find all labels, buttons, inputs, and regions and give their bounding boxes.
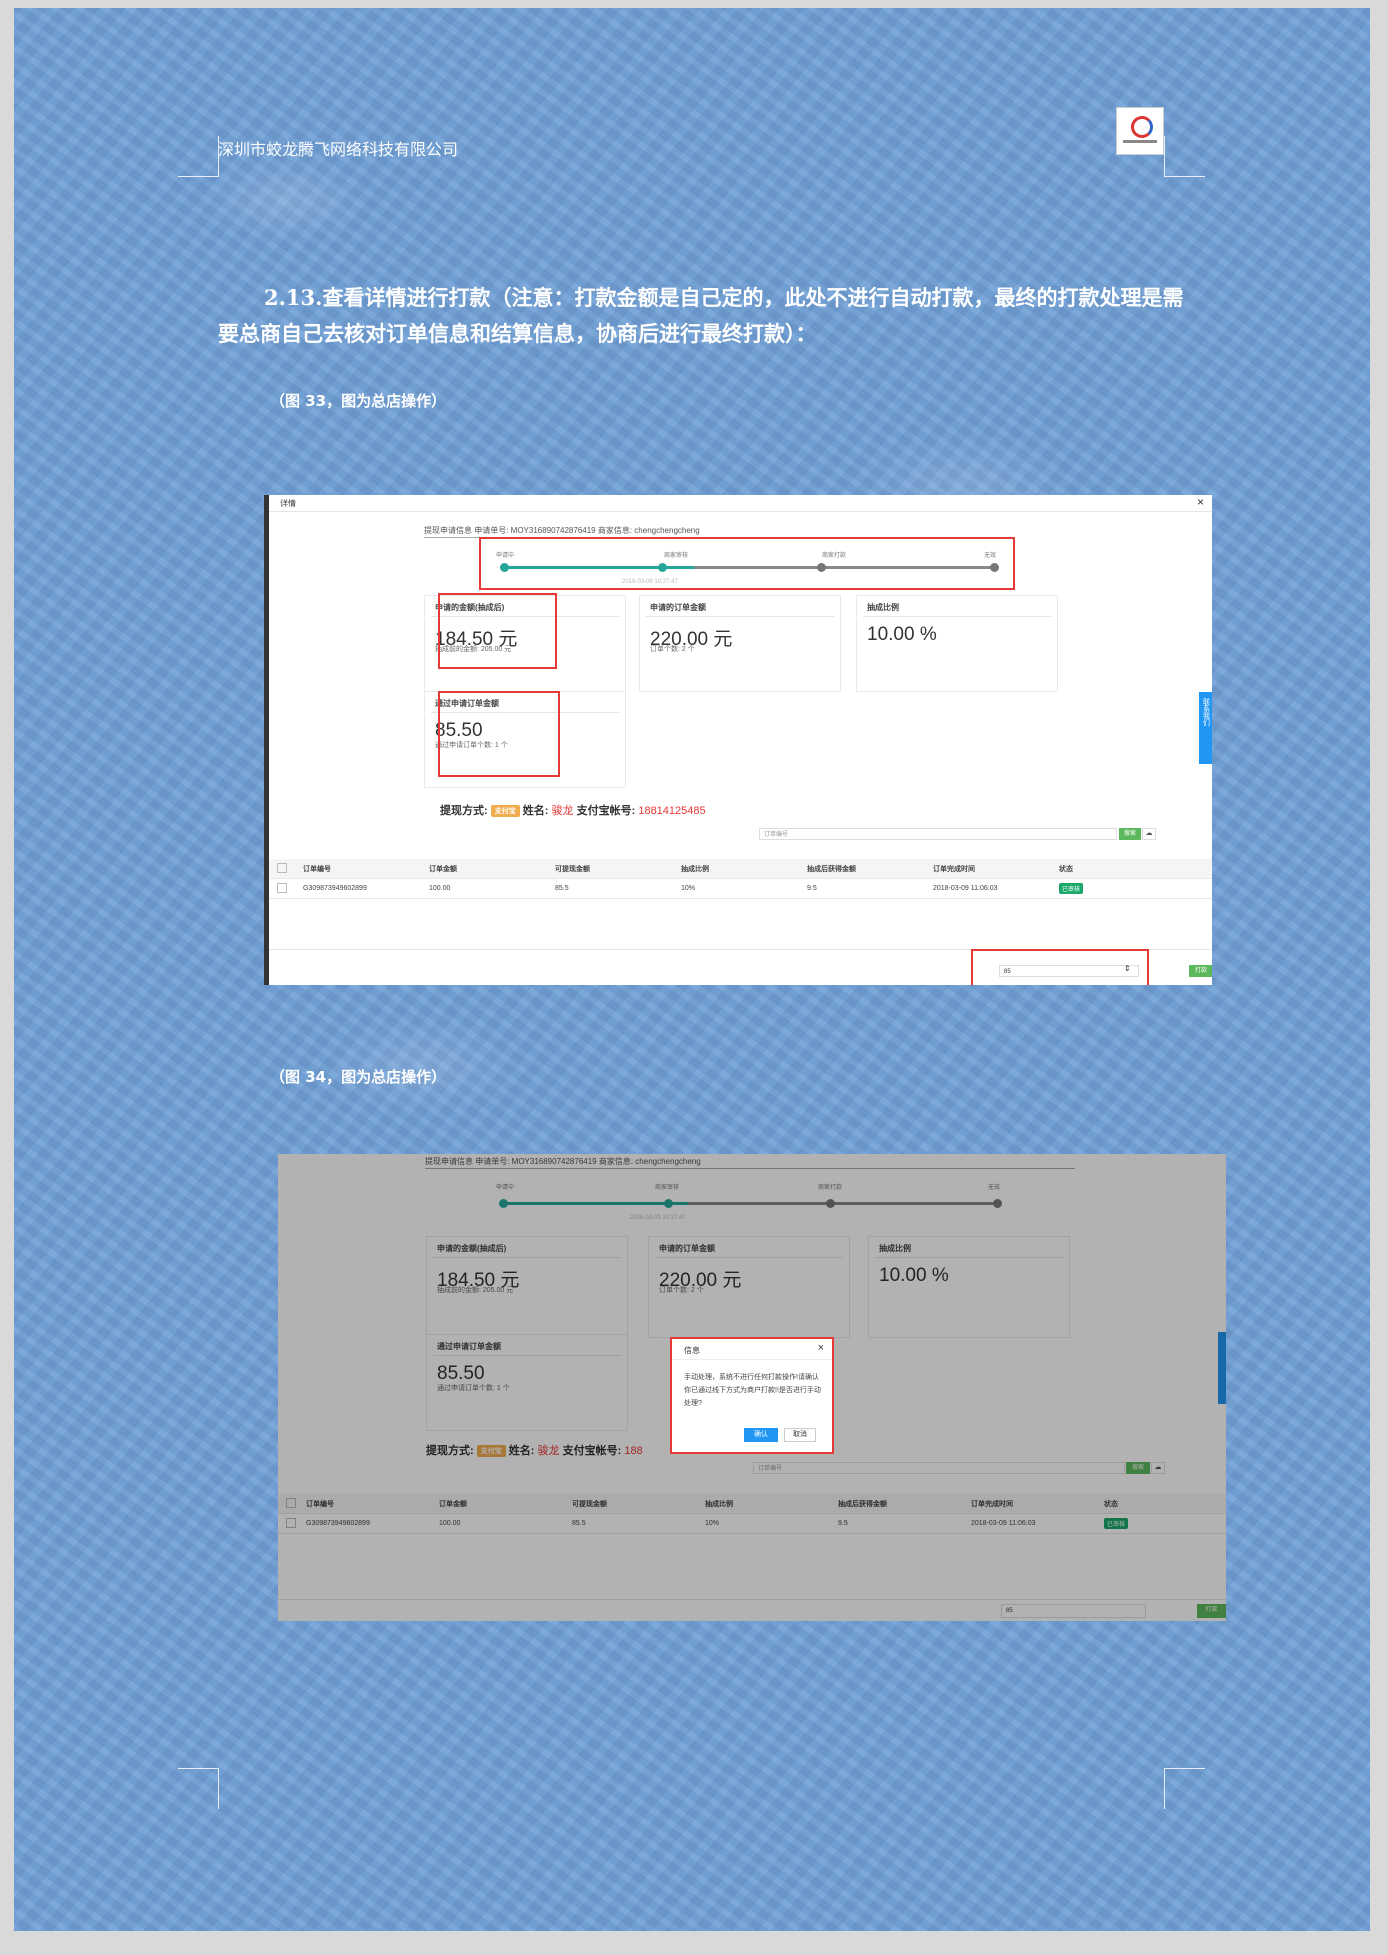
close-icon[interactable]: × bbox=[818, 1342, 824, 1354]
dialog-title: 详情 bbox=[280, 499, 296, 508]
crop-mark bbox=[1164, 1768, 1205, 1809]
table-row[interactable]: G309873949602899 100.00 85.5 10% 9.5 201… bbox=[269, 878, 1212, 899]
highlight-box bbox=[438, 593, 557, 669]
row-checkbox[interactable] bbox=[277, 882, 287, 893]
table-header: 订单编号 订单金额 可提现金额 抽成比例 抽成后获得金额 订单完成时间 状态 bbox=[269, 859, 1212, 879]
cancel-button[interactable]: 取消 bbox=[784, 1428, 816, 1442]
card-order-amount: 申请的订单金额 220.00 元 订单个数: 2 个 bbox=[639, 595, 841, 692]
search-input[interactable]: 订单编号 bbox=[759, 828, 1117, 840]
close-icon[interactable]: × bbox=[1197, 495, 1204, 509]
figure-caption: （图 33，图为总店操作） bbox=[270, 392, 447, 410]
contact-side-tab[interactable]: 联系我们 bbox=[1199, 692, 1212, 764]
order-table: 订单编号 订单金额 可提现金额 抽成比例 抽成后获得金额 订单完成时间 状态 G… bbox=[269, 859, 1212, 899]
select-all-checkbox[interactable] bbox=[277, 862, 287, 873]
cloud-icon[interactable]: ☁ bbox=[1142, 828, 1156, 840]
payment-method-badge: 支付宝 bbox=[490, 805, 520, 818]
crop-mark bbox=[178, 136, 219, 177]
dialog-title: 信息 bbox=[684, 1346, 700, 1355]
crop-mark bbox=[178, 1768, 219, 1809]
highlight-box bbox=[971, 949, 1149, 985]
payment-info: 提现方式: 支付宝 姓名: 骏龙 支付宝帐号: 18814125485 bbox=[440, 805, 706, 818]
card-commission-rate: 抽成比例 10.00 % bbox=[856, 595, 1058, 692]
section-title: 查看详情进行打款（注意：打款金额是自己定的，此处不进行自动打款，最终的打款处理是… bbox=[218, 285, 1184, 346]
company-name: 深圳市蛟龙腾飞网络科技有限公司 bbox=[218, 140, 459, 159]
company-logo bbox=[1116, 107, 1164, 155]
screenshot-detail: 详情 × 提现申请信息 申请单号: MOY316890742876419 商家信… bbox=[264, 495, 1212, 985]
search-button[interactable]: 搜索 bbox=[1119, 828, 1141, 840]
figure-caption: （图 34，图为总店操作） bbox=[270, 1068, 447, 1086]
section-number: 2.13. bbox=[264, 285, 323, 310]
document-page: 深圳市蛟龙腾飞网络科技有限公司 2.13.查看详情进行打款（注意：打款金额是自己… bbox=[14, 8, 1370, 1931]
screenshot-confirm: 提现申请信息 申请单号: MOY316890742876419 商家信息: ch… bbox=[278, 1154, 1226, 1621]
highlight-box bbox=[479, 537, 1015, 590]
info-line: 提现申请信息 申请单号: MOY316890742876419 商家信息: ch… bbox=[424, 526, 700, 535]
dialog-message: 手动处理，系统不进行任何打款操作!请确认你已通过线下方式为商户打款!!是否进行手… bbox=[684, 1374, 821, 1407]
section-heading: 2.13.查看详情进行打款（注意：打款金额是自己定的，此处不进行自动打款，最终的… bbox=[218, 280, 1188, 352]
confirm-dialog: 信息 × 手动处理，系统不进行任何打款操作!请确认你已通过线下方式为商户打款!!… bbox=[670, 1337, 834, 1454]
crop-mark bbox=[1164, 136, 1205, 177]
highlight-box bbox=[438, 691, 560, 777]
status-badge: 已审核 bbox=[1059, 883, 1084, 894]
pay-button[interactable]: 打款 bbox=[1189, 965, 1212, 977]
confirm-button[interactable]: 确认 bbox=[744, 1428, 778, 1442]
